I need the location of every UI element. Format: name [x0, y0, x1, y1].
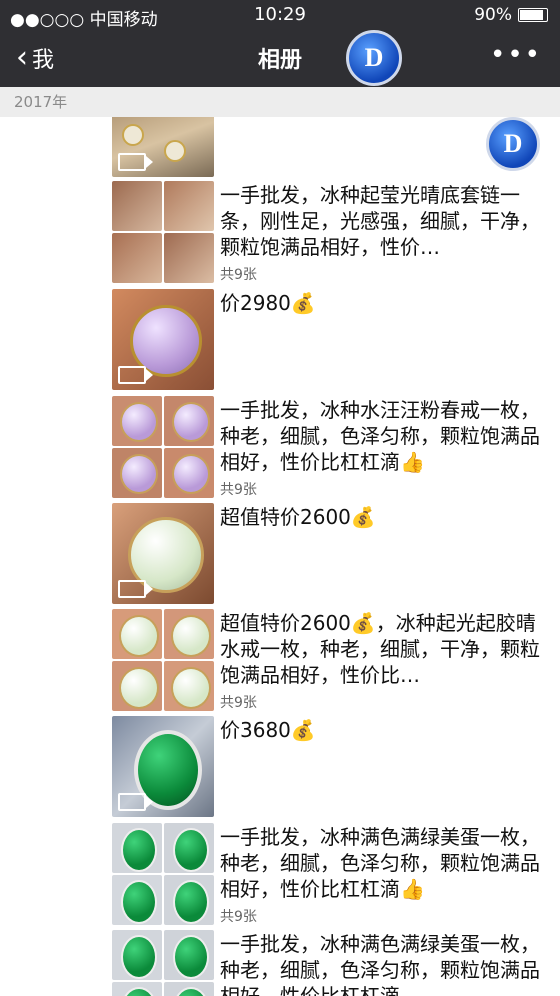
photo-cell[interactable]	[164, 930, 214, 980]
video-icon	[118, 793, 153, 811]
more-button[interactable]: •••	[490, 40, 542, 70]
photo-cell[interactable]	[112, 930, 162, 980]
battery-icon	[518, 8, 548, 22]
photo-cell[interactable]	[112, 823, 162, 873]
nav-bar: ‹ 我 相册 D •••	[0, 30, 560, 87]
photo-count: 共9张	[220, 482, 257, 498]
post-thumbnail-grid[interactable]	[112, 609, 214, 711]
post-thumbnail-grid[interactable]	[112, 823, 214, 925]
page-title: 相册	[257, 48, 302, 73]
photo-count: 共9张	[220, 695, 257, 711]
photo-cell[interactable]	[164, 609, 214, 659]
photo-cell[interactable]	[164, 181, 214, 231]
status-right: 90%	[474, 5, 548, 25]
year-header: 2017年	[0, 87, 560, 117]
photo-cell[interactable]	[112, 233, 162, 283]
post-thumbnail[interactable]	[112, 289, 214, 390]
post-text[interactable]: 超值特价2600💰，冰种起光起胶晴水戒一枚，种老，细腻，干净，颗粒饱满品相好，性…	[220, 610, 550, 688]
post-thumbnail-grid[interactable]	[112, 396, 214, 498]
post-text[interactable]: 一手批发，冰种水汪汪粉春戒一枚，种老，细腻，色泽匀称，颗粒饱满品相好，性价比杠杠…	[220, 397, 550, 475]
photo-cell[interactable]	[164, 661, 214, 711]
watermark-logo: D	[346, 30, 402, 86]
photo-cell[interactable]	[112, 609, 162, 659]
video-icon	[118, 580, 153, 598]
photo-count: 共9张	[220, 909, 257, 925]
photo-cell[interactable]	[112, 181, 162, 231]
photo-cell[interactable]	[112, 875, 162, 925]
post-text[interactable]: 价2980💰	[220, 290, 550, 316]
post-text[interactable]: 超值特价2600💰	[220, 504, 550, 530]
post-thumbnail[interactable]	[112, 503, 214, 604]
post-thumbnail-grid[interactable]	[112, 930, 214, 996]
photo-cell[interactable]	[112, 982, 162, 996]
video-icon	[118, 153, 153, 171]
post-text[interactable]: 价3680💰	[220, 717, 550, 743]
photo-cell[interactable]	[164, 875, 214, 925]
post-text[interactable]: 一手批发，冰种起莹光晴底套链一条，刚性足，光感强，细腻，干净，颗粒饱满品相好，性…	[220, 182, 550, 260]
photo-cell[interactable]	[164, 448, 214, 498]
photo-cell[interactable]	[112, 661, 162, 711]
video-icon	[118, 366, 153, 384]
post-thumbnail[interactable]	[112, 716, 214, 817]
photo-count: 共9张	[220, 267, 257, 283]
watermark-logo: D	[486, 117, 540, 171]
post-thumbnail-grid[interactable]	[112, 181, 214, 283]
battery-percent: 90%	[474, 5, 512, 25]
album-feed: D 一手批发，冰种起莹光晴底套链一条，刚性足，光感强，细腻，干净，颗粒饱满品相好…	[0, 117, 560, 996]
photo-cell[interactable]	[164, 233, 214, 283]
photo-cell[interactable]	[164, 982, 214, 996]
photo-cell[interactable]	[164, 823, 214, 873]
photo-cell[interactable]	[112, 448, 162, 498]
status-bar: ●●○○○ 中国移动 10:29 90%	[0, 0, 560, 30]
photo-cell[interactable]	[112, 396, 162, 446]
post-text[interactable]: 一手批发，冰种满色满绿美蛋一枚，种老，细腻，色泽匀称，颗粒饱满品相好，性价比杠杠…	[220, 824, 550, 902]
post-thumbnail[interactable]	[112, 117, 214, 177]
photo-cell[interactable]	[164, 396, 214, 446]
post-text[interactable]: 一手批发，冰种满色满绿美蛋一枚，种老，细腻，色泽匀称，颗粒饱满品相好，性价比杠杠…	[220, 931, 550, 996]
